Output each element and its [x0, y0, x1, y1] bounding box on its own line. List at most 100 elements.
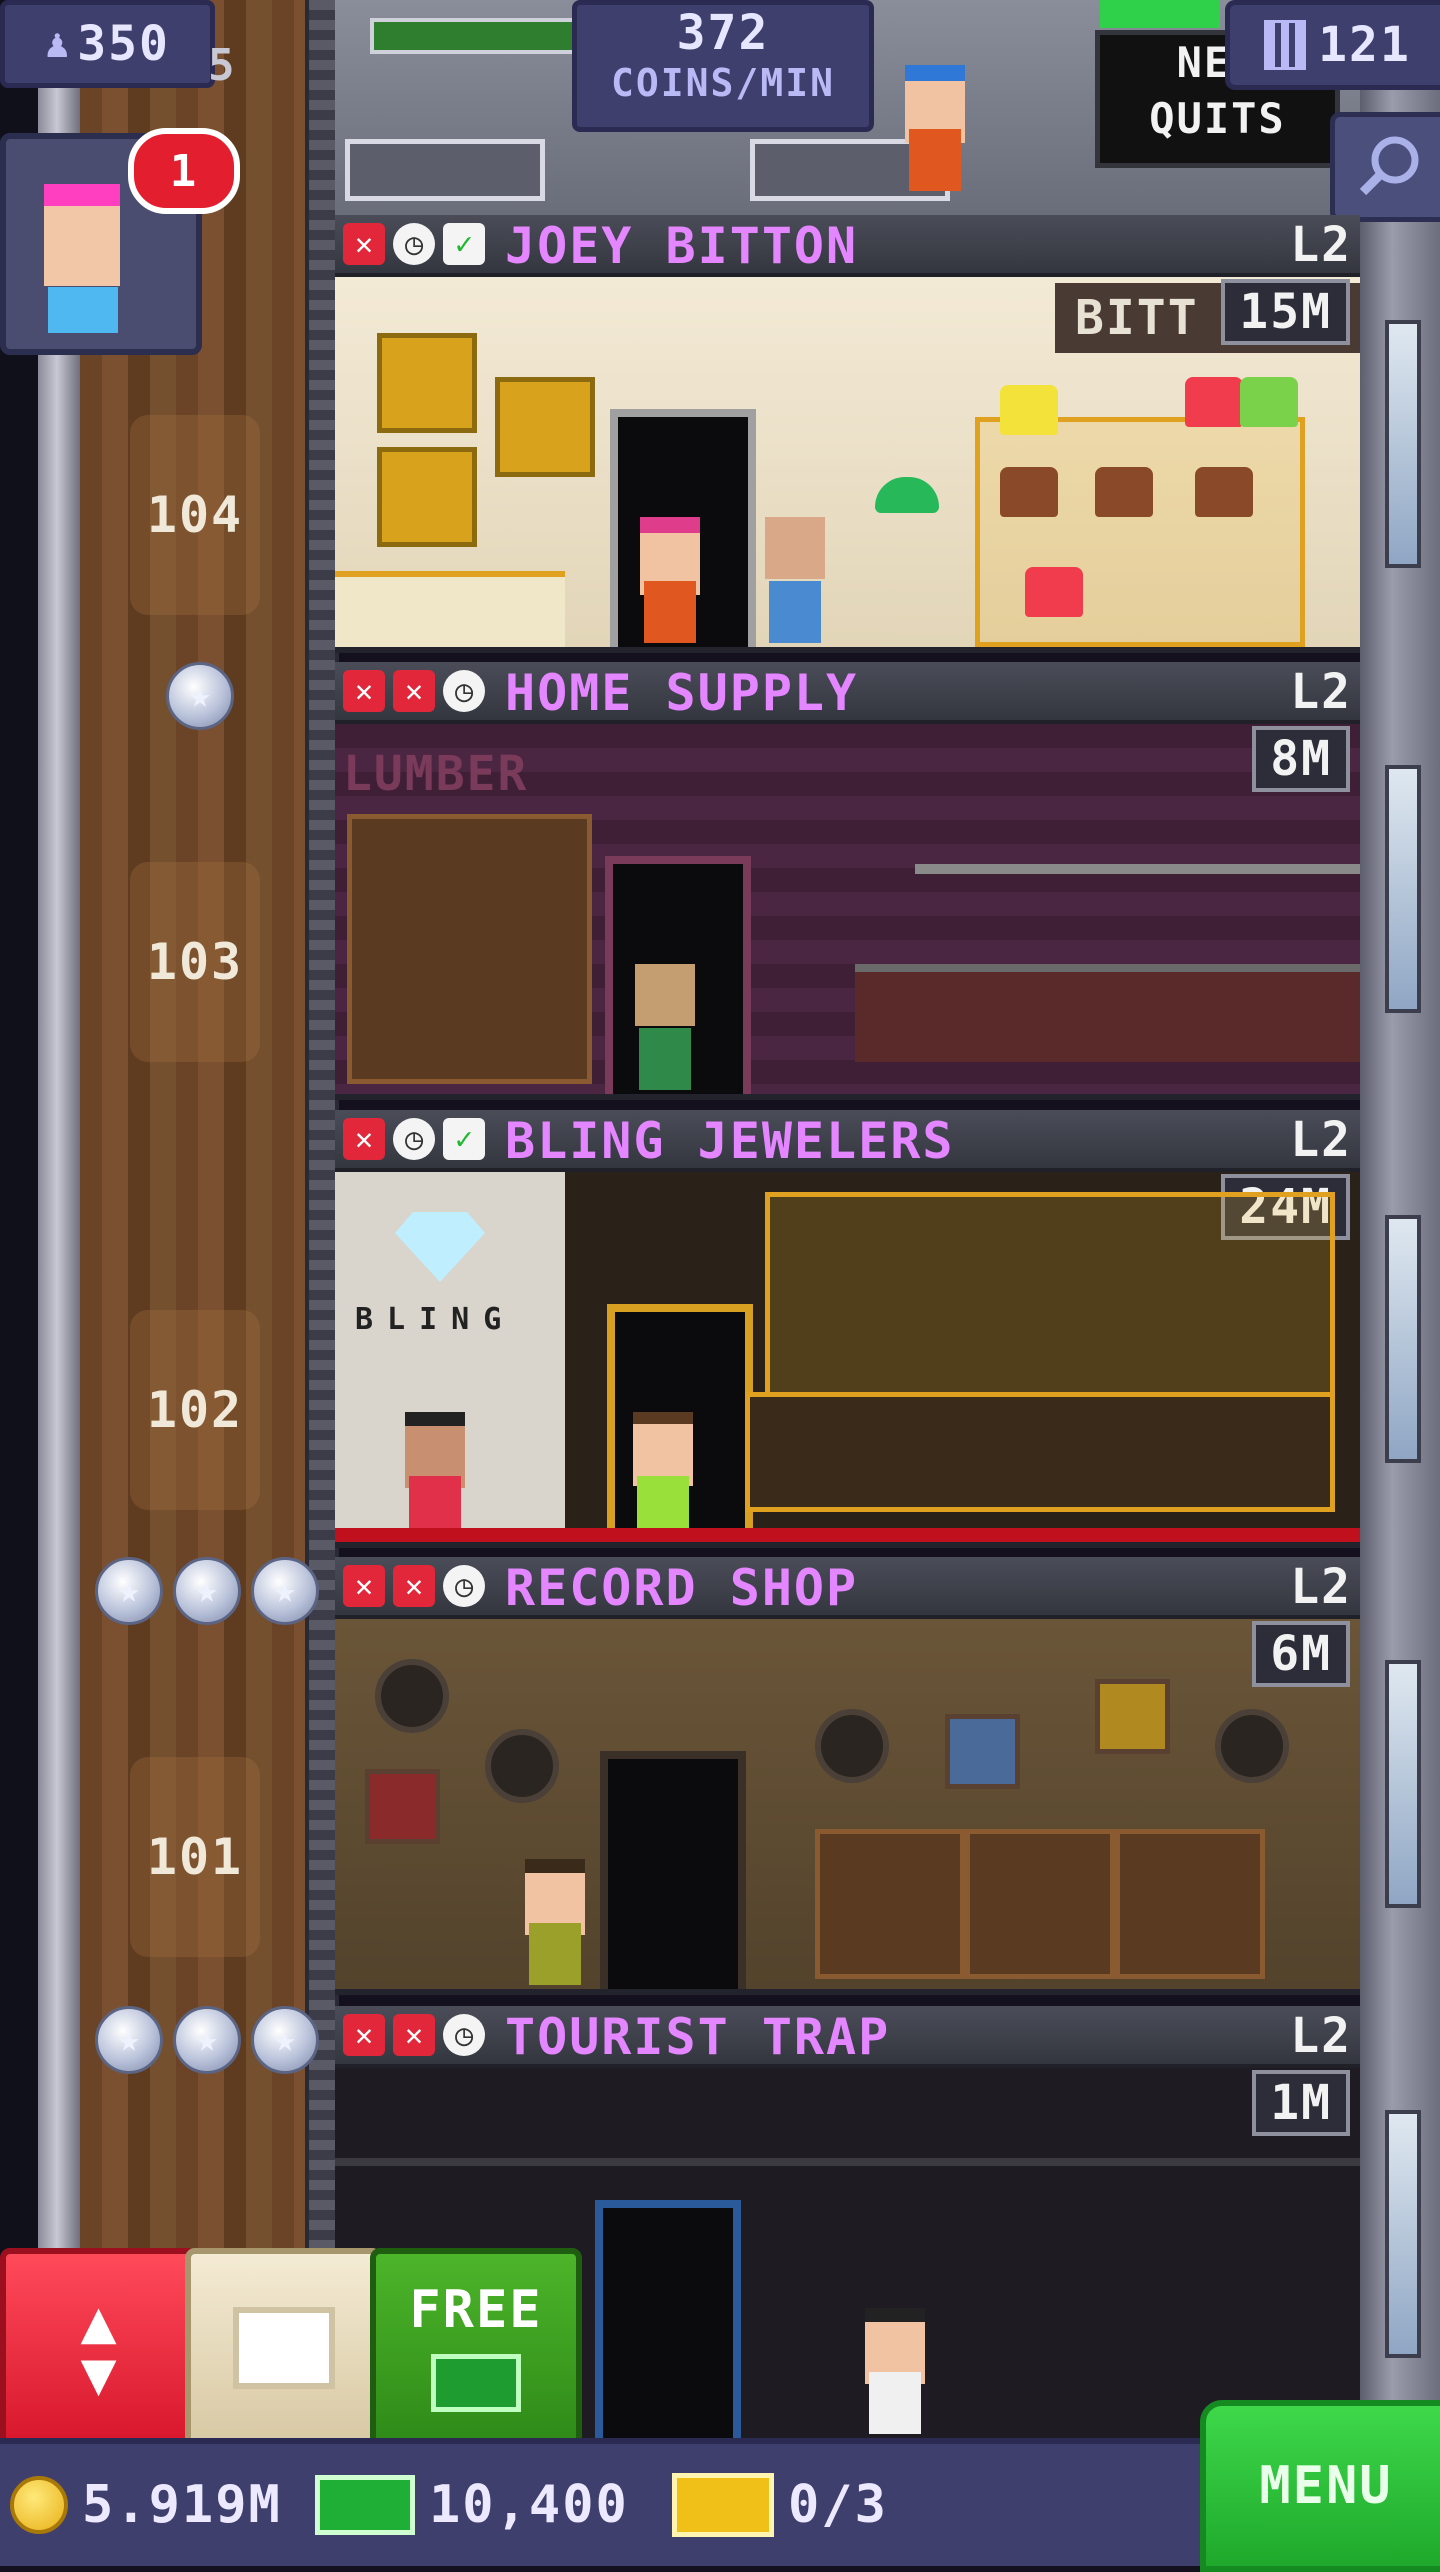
star-icon: ★ [95, 1557, 163, 1625]
floor-number-label: 102 [146, 1381, 244, 1439]
tower-window [1385, 1660, 1421, 1908]
tickets-value: 0/3 [788, 2475, 888, 2535]
floor-room[interactable]: BITT 15M [335, 277, 1360, 653]
floor-joey-bitton[interactable]: ✕ ◷ ✓ JOEY BITTON L2 BITT 15M [335, 215, 1360, 657]
store-sign: BLING [355, 1302, 516, 1337]
red-carpet [335, 1528, 1360, 1542]
floor-number-102[interactable]: 102 [130, 1310, 260, 1510]
bitizen[interactable] [855, 2308, 935, 2438]
star-icon: ★ [95, 2006, 163, 2074]
bux-value: 10,400 [429, 2475, 629, 2535]
bitizen[interactable] [625, 964, 705, 1094]
lumber-rack [347, 814, 592, 1084]
record-crate [815, 1829, 965, 1979]
floor-level: L2 [1290, 664, 1352, 720]
arrow-down-icon: ▼ [80, 2339, 117, 2409]
floor-number-label: 104 [146, 486, 244, 544]
wall-poster [945, 1714, 1020, 1789]
stock-badge: 8M [1252, 726, 1350, 792]
bitizen[interactable] [515, 1859, 595, 1989]
bux-icon [431, 2354, 521, 2412]
inventory-button[interactable] [185, 2248, 382, 2448]
free-bux-button[interactable]: FREE [370, 2248, 582, 2448]
wall-poster [1095, 1679, 1170, 1754]
bitizen-avatar-body [48, 287, 118, 333]
clock-icon: ◷ [443, 1565, 485, 1607]
search-button[interactable] [1330, 112, 1440, 222]
tower-window [1385, 2110, 1421, 2358]
floor-header: ✕ ✕ ◷ HOME SUPPLY L2 [335, 662, 1360, 724]
clock-icon: ◷ [393, 223, 435, 265]
bux-stat[interactable]: 10,400 [315, 2444, 629, 2566]
person-icon: ♟ [45, 21, 72, 67]
free-label: FREE [409, 2280, 543, 2340]
close-icon: ✕ [343, 2014, 385, 2056]
close-icon: ✕ [393, 1565, 435, 1607]
floor-stars-104: ★ [166, 662, 234, 730]
close-icon: ✕ [343, 1565, 385, 1607]
handbag [1025, 567, 1083, 617]
tool-counter [855, 964, 1360, 1062]
record-disc [1215, 1709, 1289, 1783]
population-counter[interactable]: ♟ 350 [0, 0, 215, 88]
record-disc [485, 1729, 559, 1803]
building-count: 121 [1318, 17, 1411, 73]
floor-level: L2 [1290, 1112, 1352, 1168]
coins-value: 5.919M [82, 2475, 282, 2535]
floor-room[interactable]: 24M BLING [335, 1172, 1360, 1548]
coins-rate-value: 372 [676, 5, 770, 61]
coins-stat[interactable]: 5.919M [10, 2444, 282, 2566]
bitizen[interactable] [895, 65, 975, 195]
lobby-counter [345, 139, 545, 201]
star-icon: ★ [251, 2006, 319, 2074]
tower-window [1385, 320, 1421, 568]
ticket-icon [672, 2473, 774, 2537]
tower-window [1385, 1215, 1421, 1463]
store-door [595, 2200, 741, 2438]
star-icon: ★ [166, 662, 234, 730]
floor-stars-101: ★ ★ ★ [95, 2006, 319, 2074]
menu-button[interactable]: MENU [1200, 2400, 1440, 2572]
bitizen[interactable] [630, 517, 710, 647]
store-door [600, 1751, 746, 1989]
new-quits-light [1100, 0, 1220, 28]
bitizen-head [635, 964, 695, 1026]
star-icon: ★ [173, 2006, 241, 2074]
bitizen-body [529, 1923, 581, 1985]
floor-header: ✕ ✕ ◷ RECORD SHOP L2 [335, 1557, 1360, 1619]
floor-bling-jewelers[interactable]: ✕ ◷ ✓ BLING JEWELERS L2 24M BLING [335, 1110, 1360, 1552]
floor-level: L2 [1290, 1559, 1352, 1615]
bitizen-body [644, 581, 696, 643]
bitizen[interactable] [623, 1412, 703, 1542]
floor-room[interactable]: 6M [335, 1619, 1360, 1995]
floor-status-icons: ✕ ✕ ◷ [343, 670, 485, 712]
floor-level: L2 [1290, 217, 1352, 273]
wall-poster [365, 1769, 440, 1844]
floor-room[interactable]: 8M LUMBER [335, 724, 1360, 1100]
tower-window [1385, 765, 1421, 1013]
check-icon: ✓ [443, 1118, 485, 1160]
floor-record-shop[interactable]: ✕ ✕ ◷ RECORD SHOP L2 6M [335, 1557, 1360, 1999]
floor-number-104[interactable]: 104 [130, 415, 260, 615]
building-counter[interactable]: 121 [1225, 0, 1440, 90]
record-crate [965, 1829, 1115, 1979]
diamond-logo-icon [395, 1212, 485, 1282]
floor-name: RECORD SHOP [505, 1559, 859, 1617]
coin-icon [10, 2476, 68, 2534]
search-icon [1359, 136, 1419, 196]
elevator-button[interactable]: ▲ ▼ [0, 2248, 197, 2448]
floor-home-supply[interactable]: ✕ ✕ ◷ HOME SUPPLY L2 8M LUMBER [335, 662, 1360, 1104]
lobby-light [370, 18, 578, 54]
stock-badge: 6M [1252, 1621, 1350, 1687]
floor-number-103[interactable]: 103 [130, 862, 260, 1062]
tickets-stat[interactable]: 0/3 [672, 2444, 888, 2566]
wall-picture [495, 377, 595, 477]
bitizen[interactable] [395, 1412, 475, 1542]
bitizen[interactable] [755, 517, 835, 647]
clock-icon: ◷ [393, 1118, 435, 1160]
record-disc [815, 1709, 889, 1783]
floor-number-101[interactable]: 101 [130, 1757, 260, 1957]
floor-status-icons: ✕ ◷ ✓ [343, 223, 485, 265]
stock-badge: 15M [1221, 279, 1350, 345]
handbag [1000, 385, 1058, 435]
